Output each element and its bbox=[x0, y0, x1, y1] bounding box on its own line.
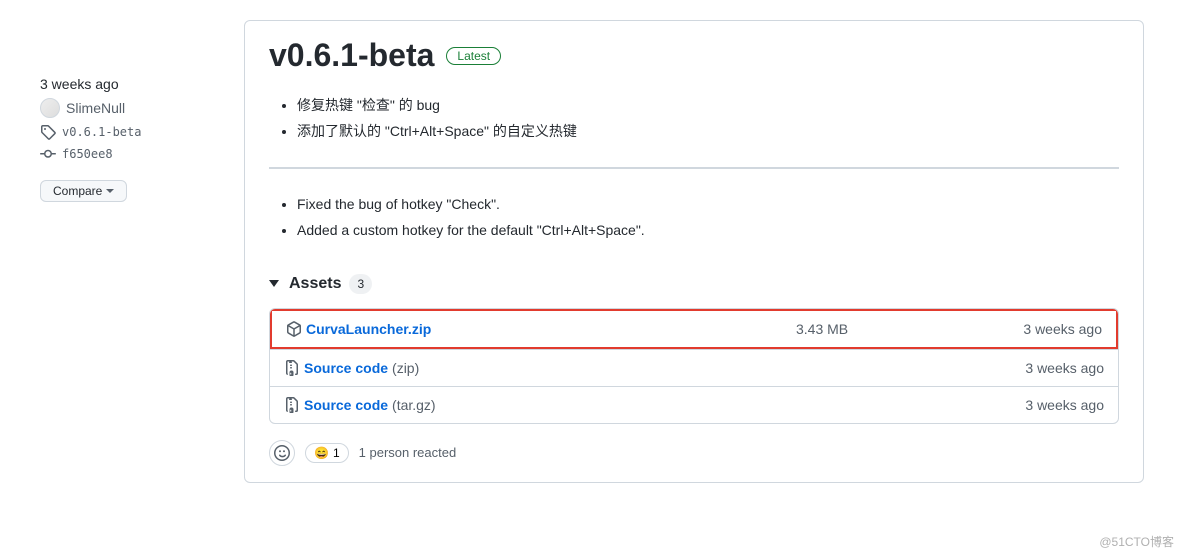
asset-link[interactable]: Source code bbox=[304, 360, 388, 376]
assets-title: Assets bbox=[289, 275, 341, 293]
add-reaction-button[interactable] bbox=[269, 440, 295, 466]
asset-time: 3 weeks ago bbox=[984, 397, 1104, 413]
file-zip-icon bbox=[284, 397, 300, 413]
asset-row-source-targz[interactable]: Source code (tar.gz) 3 weeks ago bbox=[270, 386, 1118, 423]
asset-time: 3 weeks ago bbox=[984, 360, 1104, 376]
asset-link[interactable]: CurvaLauncher.zip bbox=[306, 321, 431, 337]
latest-badge: Latest bbox=[446, 47, 501, 65]
commit-icon bbox=[40, 146, 56, 162]
asset-row-source-zip[interactable]: Source code (zip) 3 weeks ago bbox=[270, 349, 1118, 386]
release-note-item: 添加了默认的 "Ctrl+Alt+Space" 的自定义热键 bbox=[297, 120, 1119, 142]
asset-link[interactable]: Source code bbox=[304, 397, 388, 413]
release-note-item: Added a custom hotkey for the default "C… bbox=[297, 219, 1119, 241]
laugh-count: 1 bbox=[333, 446, 340, 460]
file-zip-icon bbox=[284, 360, 300, 376]
laugh-reaction-button[interactable]: 😄 1 bbox=[305, 443, 349, 463]
asset-time: 3 weeks ago bbox=[982, 321, 1102, 337]
asset-suffix: (zip) bbox=[392, 360, 419, 376]
asset-suffix: (tar.gz) bbox=[392, 397, 436, 413]
package-icon bbox=[286, 321, 302, 337]
release-tag[interactable]: v0.6.1-beta bbox=[40, 124, 220, 140]
asset-size: 3.43 MB bbox=[796, 321, 976, 337]
tag-name[interactable]: v0.6.1-beta bbox=[62, 125, 141, 139]
reactions-bar: 😄 1 1 person reacted bbox=[269, 440, 1119, 466]
release-panel: v0.6.1-beta Latest 修复热键 "检查" 的 bug 添加了默认… bbox=[244, 20, 1144, 483]
reaction-summary: 1 person reacted bbox=[359, 445, 457, 460]
compare-label: Compare bbox=[53, 184, 102, 198]
watermark: @51CTO博客 bbox=[1099, 533, 1174, 550]
release-note-item: 修复热键 "检查" 的 bug bbox=[297, 94, 1119, 116]
chevron-down-icon bbox=[106, 189, 114, 193]
compare-button[interactable]: Compare bbox=[40, 180, 127, 202]
release-note-item: Fixed the bug of hotkey "Check". bbox=[297, 193, 1119, 215]
release-notes: 修复热键 "检查" 的 bug 添加了默认的 "Ctrl+Alt+Space" … bbox=[269, 94, 1119, 242]
release-author[interactable]: SlimeNull bbox=[40, 98, 220, 118]
triangle-down-icon bbox=[269, 280, 279, 287]
laugh-emoji-icon: 😄 bbox=[314, 446, 329, 460]
release-commit[interactable]: f650ee8 bbox=[40, 146, 220, 162]
asset-row-curvalauncher[interactable]: CurvaLauncher.zip 3.43 MB 3 weeks ago bbox=[270, 309, 1118, 349]
author-link[interactable]: SlimeNull bbox=[66, 100, 125, 116]
assets-toggle[interactable]: Assets 3 bbox=[269, 274, 1119, 294]
notes-divider bbox=[269, 167, 1119, 169]
asset-list: CurvaLauncher.zip 3.43 MB 3 weeks ago So… bbox=[269, 308, 1119, 424]
assets-count-badge: 3 bbox=[349, 274, 372, 294]
commit-sha[interactable]: f650ee8 bbox=[62, 147, 113, 161]
release-meta-sidebar: 3 weeks ago SlimeNull v0.6.1-beta f650ee… bbox=[40, 20, 220, 483]
release-timestamp: 3 weeks ago bbox=[40, 76, 220, 92]
smiley-icon bbox=[274, 445, 290, 461]
author-avatar[interactable] bbox=[40, 98, 60, 118]
tag-icon bbox=[40, 124, 56, 140]
release-title: v0.6.1-beta bbox=[269, 37, 434, 74]
